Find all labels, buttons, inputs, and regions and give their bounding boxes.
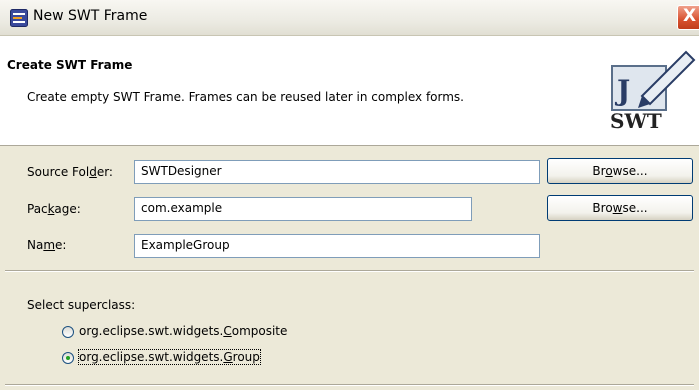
button-text: Br [592, 164, 606, 178]
wizard-header: Create SWT Frame Create empty SWT Frame.… [0, 36, 699, 146]
option-text: org.eclipse.swt.widgets. [79, 350, 224, 364]
label-text: age: [54, 202, 81, 216]
name-field[interactable]: ExampleGroup [134, 234, 540, 258]
window-title: New SWT Frame [33, 8, 148, 24]
window-titlebar[interactable]: New SWT Frame X [0, 0, 699, 36]
page-title: Create SWT Frame [7, 58, 133, 72]
label-mnemonic: m [43, 238, 56, 252]
label-text: e: [55, 238, 67, 252]
button-mnemonic: w [612, 201, 623, 215]
close-button[interactable]: X [677, 5, 699, 30]
superclass-group-option[interactable]: org.eclipse.swt.widgets.Group [78, 349, 261, 365]
separator [5, 384, 694, 386]
page-description: Create empty SWT Frame. Frames can be re… [27, 90, 464, 104]
package-browse-button[interactable]: Browse... [547, 195, 693, 221]
label-mnemonic: d [89, 165, 97, 179]
button-text: se... [622, 201, 648, 215]
eclipse-app-icon [10, 9, 28, 27]
label-text: Na [27, 238, 44, 252]
button-mnemonic: o [605, 164, 613, 178]
option-mnemonic: C [223, 324, 232, 338]
option-text: org.eclipse.swt.widgets. [79, 324, 224, 338]
source-folder-label: Source Folder: [27, 165, 113, 179]
wizard-form: Source Folder: SWTDesigner Browse... Pac… [0, 146, 699, 390]
separator [5, 270, 694, 272]
superclass-composite-radio[interactable] [62, 326, 74, 338]
superclass-label: Select superclass: [27, 298, 136, 312]
label-text: Source Fol [27, 165, 90, 179]
source-folder-field[interactable]: SWTDesigner [134, 160, 540, 184]
superclass-group-radio[interactable] [62, 352, 74, 364]
source-folder-browse-button[interactable]: Browse... [547, 158, 693, 184]
button-text: Bro [592, 201, 613, 215]
option-mnemonic: G [223, 350, 233, 364]
package-label: Package: [27, 202, 81, 216]
name-label: Name: [27, 238, 66, 252]
svg-text:J: J [614, 74, 630, 107]
superclass-composite-option[interactable]: org.eclipse.swt.widgets.Composite [79, 324, 287, 338]
close-icon: X [683, 6, 697, 26]
label-text: Pac [27, 202, 48, 216]
option-text: omposite [231, 324, 288, 338]
logo-text: SWT [610, 109, 662, 133]
label-text: er: [96, 165, 113, 179]
button-text: wse... [612, 164, 648, 178]
option-text: roup [232, 350, 260, 364]
package-field[interactable]: com.example [134, 197, 472, 221]
